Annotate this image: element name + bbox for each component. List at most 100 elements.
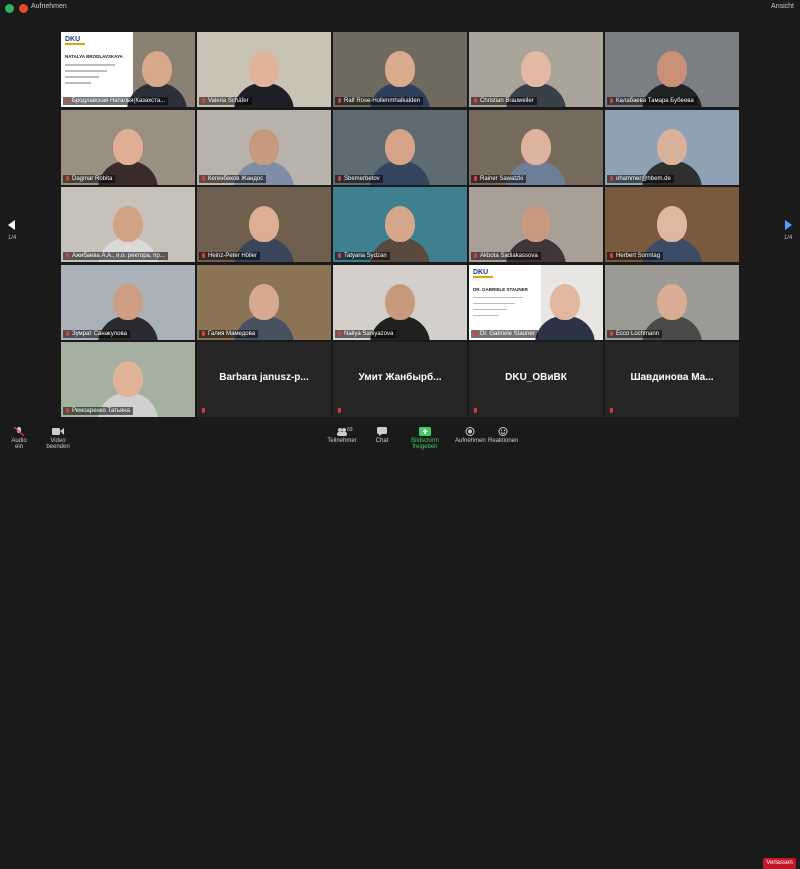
participant-name-text: Бродлавская Наталья(Казахста... (72, 98, 166, 104)
participant-tile[interactable]: Калабаева Тамара Бубеева (605, 32, 739, 107)
participant-tile[interactable]: Tatyana Sydzan (333, 187, 467, 262)
participant-name: Akbota Sadiakassova (471, 252, 541, 260)
participant-name: Калабаева Тамара Бубеева (607, 97, 697, 105)
view-button[interactable]: Ansicht (771, 3, 794, 10)
participant-tile[interactable]: Умит Жанбырб... (333, 342, 467, 417)
participant-mute-status (335, 407, 345, 415)
video-label: Video beenden (46, 438, 70, 450)
previous-page-arrow-icon[interactable] (8, 220, 15, 230)
muted-mic-icon (65, 98, 70, 104)
participant-tile[interactable]: ohammer@hbem.de (605, 109, 739, 185)
chat-label: Chat (375, 438, 389, 444)
participant-mute-status (199, 407, 209, 415)
participant-tile[interactable]: Ecco Lochmann (605, 264, 739, 340)
participant-tile[interactable]: Галия Мамедова (197, 264, 331, 340)
participant-tile[interactable]: Dagmar Robita (61, 109, 195, 185)
participant-name-text: Ecco Lochmann (616, 330, 660, 337)
participant-name: Sbemerbetov (335, 174, 383, 183)
muted-mic-icon (337, 408, 342, 414)
security-shield-icon[interactable] (5, 4, 14, 13)
face (385, 128, 415, 165)
video-camera-icon (52, 428, 64, 435)
face (249, 206, 279, 242)
muted-mic-icon (65, 330, 70, 337)
chat-button[interactable]: Chat (373, 427, 391, 444)
face (657, 128, 687, 165)
share-screen-icon (419, 427, 431, 436)
participant-name-text: Heinz-Peter Höller (208, 253, 258, 259)
participant-name-large: DKU_ОВиВК (505, 372, 567, 383)
participant-tile[interactable]: Valeria Schäfer (197, 32, 331, 107)
participant-tile[interactable]: Ажибаева А.А., и.о. ректора, пр... (61, 187, 195, 262)
participant-tile[interactable]: Зумрат Санакулова (61, 264, 195, 340)
face (521, 206, 551, 242)
participant-name: Nailya Saniyazova (335, 329, 397, 338)
recording-label[interactable]: Aufnehmen (31, 3, 67, 10)
participant-tile[interactable]: Christian Brauweiler (469, 32, 603, 107)
muted-mic-icon (201, 330, 206, 337)
participant-name-text: Akbota Sadiakassova (480, 253, 538, 259)
face (657, 51, 687, 87)
participant-tile[interactable]: DKU_ОВиВК (469, 342, 603, 417)
face (113, 283, 143, 320)
participants-button[interactable]: Teilnehmer 69 (327, 427, 357, 444)
muted-mic-icon (201, 98, 206, 104)
participant-name: Dagmar Robita (63, 174, 116, 183)
participants-count: 69 (347, 427, 353, 433)
participant-tile[interactable]: DKU NATALYA BRODLAVSKAYA Бродлавская Натал… (61, 32, 195, 107)
leave-button[interactable]: Verlassen (763, 858, 796, 869)
participant-tile[interactable]: Heinz-Peter Höller (197, 187, 331, 262)
record-icon (19, 4, 28, 13)
participant-name-text: Кегенбеков Жандос (208, 175, 264, 182)
face (385, 283, 415, 320)
participant-name: Галия Мамедова (199, 329, 259, 338)
participant-name: Heinz-Peter Höller (199, 252, 261, 260)
next-page-arrow-icon[interactable] (785, 220, 792, 230)
participant-tile[interactable]: Шавдинова Ма... (605, 342, 739, 417)
participant-mute-status (471, 407, 481, 415)
participant-name-large: Умит Жанбырб... (358, 372, 442, 383)
chat-icon (377, 427, 387, 436)
video-button[interactable]: Video beenden (40, 427, 76, 450)
share-screen-button[interactable]: Bildschirm freigeben (401, 427, 449, 450)
muted-mic-icon (609, 253, 614, 259)
participant-name-text: Tatyana Sydzan (344, 253, 387, 259)
participant-name-text: Галия Мамедова (208, 330, 256, 337)
record-button[interactable]: Aufnehmen (455, 427, 486, 444)
participant-tile[interactable]: Barbara janusz-p... (197, 342, 331, 417)
participant-tile[interactable]: Ремоаренко Татьяна (61, 342, 195, 417)
record-label: Aufnehmen (455, 438, 486, 444)
slide-text-line (473, 308, 507, 310)
face (113, 128, 143, 165)
face (249, 283, 279, 320)
slide-logo: DKU (65, 36, 85, 45)
muted-mic-icon (473, 98, 478, 104)
smiley-icon (498, 427, 508, 436)
muted-mic-icon (337, 330, 342, 337)
participant-name: Кегенбеков Жандос (199, 174, 267, 183)
audio-button[interactable]: Audio ein (8, 427, 30, 450)
muted-mic-icon (609, 330, 614, 337)
participant-tile[interactable]: DKU DR. GABRIELE STAUNER Dr. Gabriele Stau… (469, 264, 603, 340)
muted-mic-icon (65, 175, 70, 182)
muted-mic-icon (609, 175, 614, 182)
participant-name: Herbert Sonntag (607, 252, 664, 260)
participant-name: Dr. Gabriele Stauner (471, 329, 538, 338)
participant-tile[interactable]: Rainer Sawatzki (469, 109, 603, 185)
microphone-icon (13, 427, 25, 436)
face (521, 128, 551, 165)
participant-name-text: Калабаева Тамара Бубеева (616, 98, 694, 104)
participant-tile[interactable]: Ralf Rose-Hollenmhalkalden (333, 32, 467, 107)
share-screen-label: Bildschirm freigeben (411, 438, 439, 450)
face (550, 283, 580, 320)
participant-tile[interactable]: Кегенбеков Жандос (197, 109, 331, 185)
participant-tile[interactable]: Sbemerbetov (333, 109, 467, 185)
reactions-button[interactable]: Reaktionen (488, 427, 518, 444)
top-bar: Aufnehmen Ansicht (0, 0, 800, 18)
reactions-label: Reaktionen (488, 438, 519, 444)
participant-name: Бродлавская Наталья(Казахста... (63, 97, 169, 105)
participant-tile[interactable]: Akbota Sadiakassova (469, 187, 603, 262)
participant-tile[interactable]: Nailya Saniyazova (333, 264, 467, 340)
participant-tile[interactable]: Herbert Sonntag (605, 187, 739, 262)
muted-mic-icon (473, 253, 478, 259)
